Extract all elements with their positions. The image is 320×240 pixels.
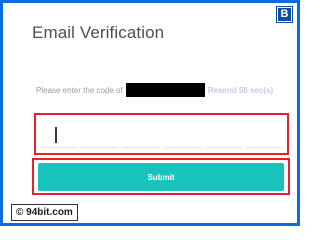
prompt-row: Please enter the code of Resend 58 sec(s… bbox=[36, 83, 273, 97]
code-input-highlight bbox=[34, 113, 289, 155]
resend-link[interactable]: Resend 58 sec(s) bbox=[208, 86, 273, 95]
brand-badge: B bbox=[277, 7, 292, 22]
screenshot-frame: Email Verification B Please enter the co… bbox=[0, 0, 300, 226]
brand-letter: B bbox=[280, 8, 289, 20]
code-input-group bbox=[40, 124, 283, 148]
code-digit-5[interactable] bbox=[204, 124, 242, 148]
submit-highlight: Submit bbox=[32, 158, 290, 195]
watermark-label: © 94bit.com bbox=[11, 204, 78, 221]
dialog-title: Email Verification bbox=[32, 23, 165, 42]
code-digit-6[interactable] bbox=[245, 124, 283, 148]
code-digit-1[interactable] bbox=[40, 124, 77, 148]
code-digit-3[interactable] bbox=[122, 124, 160, 148]
prompt-text: Please enter the code of bbox=[36, 85, 123, 95]
code-digit-4[interactable] bbox=[163, 124, 201, 148]
code-digit-2[interactable] bbox=[81, 124, 119, 148]
submit-button[interactable]: Submit bbox=[38, 163, 284, 191]
redacted-email bbox=[125, 83, 205, 97]
